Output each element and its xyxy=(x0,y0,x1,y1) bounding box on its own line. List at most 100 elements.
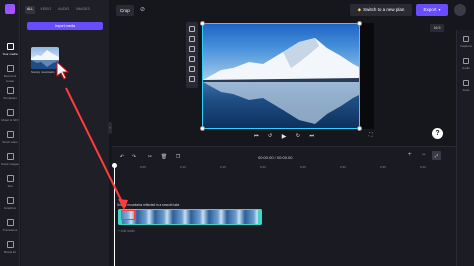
timeline-ruler: 0:05 0:10 0:15 0:20 0:25 0:30 0:35 0:40 xyxy=(116,165,452,171)
skip-forward-icon[interactable]: ⏭ xyxy=(309,133,314,139)
fullscreen-icon[interactable]: ⛶ xyxy=(369,132,373,138)
resize-tool-icon[interactable] xyxy=(189,36,195,42)
upgrade-plan-button[interactable]: ◆ Switch to a new plan xyxy=(350,4,412,16)
ruler-tick: 0:20 xyxy=(260,165,266,169)
resize-handle-bottom-right[interactable] xyxy=(357,126,362,131)
rail-item-label: Stock images xyxy=(0,162,19,166)
crop-tool-icon[interactable] xyxy=(189,26,195,32)
reflection-graphic xyxy=(203,82,359,124)
rail-item-audio[interactable]: Audio xyxy=(457,56,474,70)
ruler-tick: 0:10 xyxy=(180,165,186,169)
thumbnail-image xyxy=(31,50,59,69)
avatar[interactable] xyxy=(454,4,466,16)
media-asset-label: Snowy mountains xyxy=(31,70,55,74)
template-icon xyxy=(6,87,14,94)
aspect-ratio-button[interactable]: 16:9 xyxy=(430,24,444,32)
zoom-in-icon[interactable]: + xyxy=(408,152,412,158)
video-clip[interactable] xyxy=(118,209,262,225)
media-thumbnail[interactable] xyxy=(31,47,59,69)
rail-item-record[interactable]: Record & create xyxy=(0,62,20,83)
rail-item-label: Audio xyxy=(462,66,470,70)
clip-label: Snowy mountains reflected in a smooth la… xyxy=(117,203,180,207)
import-media-button[interactable]: Import media xyxy=(27,22,103,30)
tab-images[interactable]: IMAGES xyxy=(74,6,92,14)
playback-controls: ⏮ ↺ ▶ ↻ ⏭ xyxy=(254,131,314,141)
right-rail: Captions Audio Fade xyxy=(456,30,474,266)
app-logo-icon[interactable] xyxy=(5,4,15,14)
resize-handle-top-right[interactable] xyxy=(357,21,362,26)
rail-item-label: Music & SFX xyxy=(1,118,19,122)
rotate-tool-icon[interactable] xyxy=(189,56,195,62)
rail-item-brand-kit[interactable]: Brand kit xyxy=(0,238,20,258)
tab-video[interactable]: VIDEO xyxy=(38,6,53,14)
rail-item-label: Captions xyxy=(460,44,472,48)
brand-icon xyxy=(6,241,14,248)
rail-item-templates[interactable]: Templates xyxy=(0,84,20,104)
play-icon[interactable]: ▶ xyxy=(282,133,287,140)
rail-item-stock-images[interactable]: Stock images xyxy=(0,150,20,170)
crop-button[interactable]: Crop xyxy=(116,5,134,16)
folder-icon xyxy=(6,43,14,50)
rail-item-stock-video[interactable]: Stock video xyxy=(0,128,20,148)
chevron-down-icon: ▾ xyxy=(438,7,441,12)
undo-icon[interactable]: ↶ xyxy=(118,153,126,161)
upgrade-label: Switch to a new plan xyxy=(363,7,405,12)
text-icon xyxy=(6,175,14,182)
rail-item-label: Fade xyxy=(462,88,470,92)
rail-item-label: Record & create xyxy=(3,74,17,83)
resize-handle-bottom-left[interactable] xyxy=(200,126,205,131)
transition-icon xyxy=(6,219,14,226)
flip-tool-icon[interactable] xyxy=(189,46,195,52)
rail-item-graphics[interactable]: Graphics xyxy=(0,194,20,214)
media-tabs: ALL VIDEO AUDIO IMAGES xyxy=(25,6,92,14)
rail-item-your-media[interactable]: Your media xyxy=(0,40,20,60)
rail-item-transitions[interactable]: Transitions xyxy=(0,216,20,236)
playhead[interactable] xyxy=(114,165,115,266)
forward-icon[interactable]: ↻ xyxy=(296,133,300,139)
rail-item-label: Text xyxy=(7,184,13,188)
rail-item-label: Your media xyxy=(2,52,18,56)
no-fill-icon[interactable]: ⊘ xyxy=(138,6,147,15)
duplicate-icon[interactable]: ❐ xyxy=(174,153,182,161)
rail-item-music[interactable]: Music & SFX xyxy=(0,106,20,126)
rail-item-label: Brand kit xyxy=(4,250,16,254)
timecode-display: 00:00.00 / 00:00.00 xyxy=(258,155,293,160)
skip-back-icon[interactable]: ⏮ xyxy=(254,133,259,139)
zoom-out-icon[interactable]: − xyxy=(422,152,426,158)
pip-tool-icon[interactable] xyxy=(189,76,195,82)
film-icon xyxy=(6,131,14,138)
rail-item-label: Graphics xyxy=(3,206,16,210)
timeline: ↶ ↷ ✂ 🗑 ❐ 00:00.00 / 00:00.00 + − ⤢ 0:05… xyxy=(112,146,456,266)
tab-all[interactable]: ALL xyxy=(25,6,36,14)
audio-icon xyxy=(463,58,469,64)
fit-timeline-icon[interactable]: ⤢ xyxy=(432,151,441,160)
tab-audio[interactable]: AUDIO xyxy=(56,6,71,14)
redo-icon[interactable]: ↷ xyxy=(130,153,138,161)
video-preview[interactable] xyxy=(202,23,360,129)
collapse-panel-button[interactable]: ‹ xyxy=(108,122,112,134)
rail-item-captions[interactable]: Captions xyxy=(457,34,474,48)
rail-item-label: Transitions xyxy=(2,228,18,232)
video-lake xyxy=(203,82,359,128)
rail-item-label: Templates xyxy=(3,96,17,100)
rail-item-fade[interactable]: Fade xyxy=(457,78,474,92)
rail-item-text[interactable]: Text xyxy=(0,172,20,192)
rail-item-label: Stock video xyxy=(2,140,18,144)
playhead-handle[interactable] xyxy=(112,163,117,168)
export-label: Export xyxy=(423,7,437,12)
diamond-icon: ◆ xyxy=(357,7,362,12)
media-panel: ALL VIDEO AUDIO IMAGES Import media Snow… xyxy=(21,0,109,266)
add-audio-row[interactable]: + Add audio xyxy=(118,229,135,233)
left-rail: Your media Record & create Templates Mus… xyxy=(0,0,20,266)
fade-icon xyxy=(463,80,469,86)
help-button[interactable]: ? xyxy=(432,128,443,139)
clip-trim-handle-right[interactable] xyxy=(258,209,262,225)
camera-icon xyxy=(6,65,14,72)
rewind-icon[interactable]: ↺ xyxy=(268,133,272,139)
music-icon xyxy=(6,109,14,116)
export-button[interactable]: Export ▾ xyxy=(416,4,448,16)
fit-tool-icon[interactable] xyxy=(189,66,195,72)
split-icon[interactable]: ✂ xyxy=(146,153,154,161)
delete-icon[interactable]: 🗑 xyxy=(160,153,168,161)
resize-handle-top-left[interactable] xyxy=(200,21,205,26)
